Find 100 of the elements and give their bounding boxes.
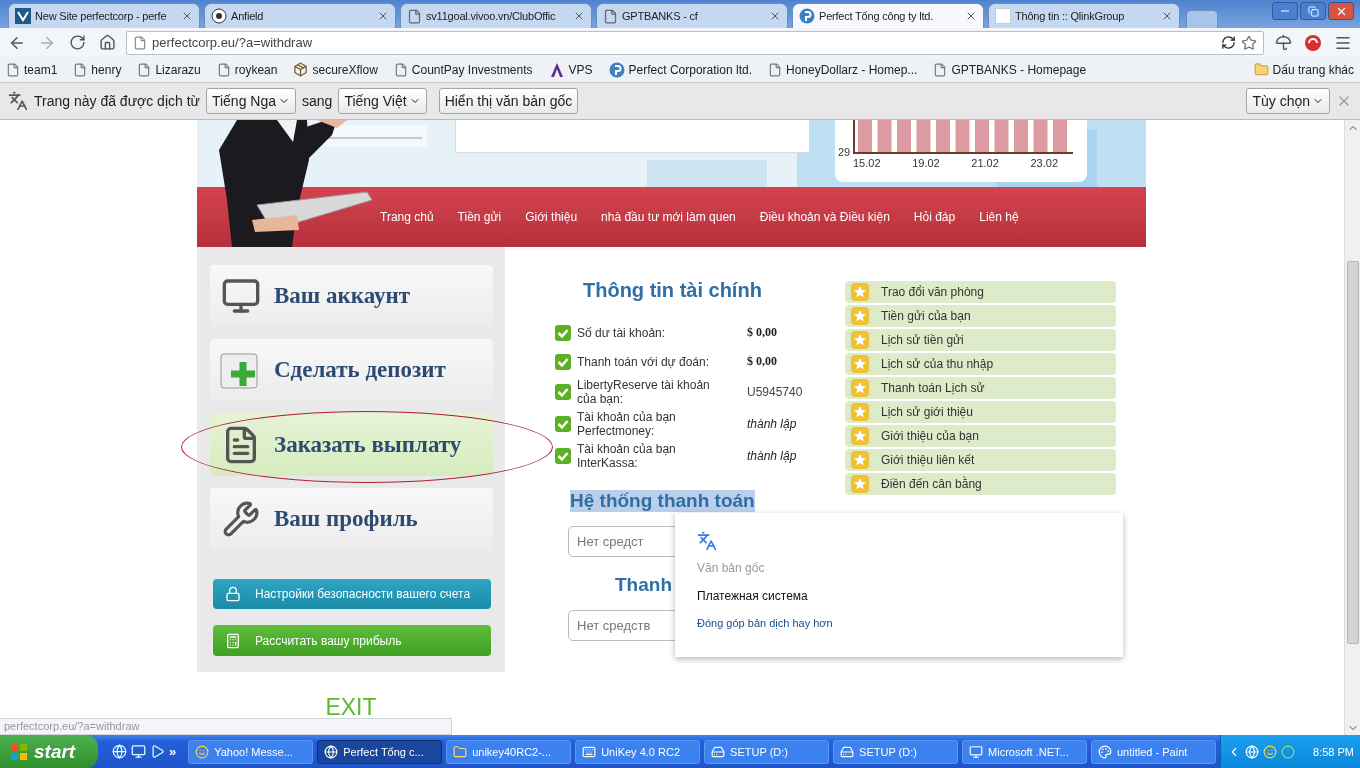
site-logo-icon xyxy=(15,8,31,24)
umbrella-icon[interactable] xyxy=(1274,34,1292,51)
close-icon[interactable] xyxy=(1161,10,1173,22)
menu-link[interactable]: Giới thiệu của bạn xyxy=(845,425,1116,447)
menu-link[interactable]: Lịch sử của thu nhập xyxy=(845,353,1116,375)
close-button[interactable] xyxy=(1328,2,1354,20)
menu-link[interactable]: Điền đến cân bằng xyxy=(845,473,1116,495)
bookmark[interactable]: VPS xyxy=(546,59,595,80)
page-icon xyxy=(933,62,948,77)
language-dropdown[interactable]: Tiếng Việt xyxy=(338,88,427,114)
menu-link[interactable]: Giới thiệu liên kết xyxy=(845,449,1116,471)
browser-tab[interactable]: sv11goal.vivoo.vn/ClubOffic xyxy=(400,3,592,28)
taskbar-item[interactable]: Microsoft .NET... xyxy=(962,739,1087,764)
taskbar-item[interactable]: SETUP (D:) xyxy=(704,739,830,764)
windows-logo-icon xyxy=(10,742,28,761)
blank-page-icon xyxy=(995,8,1011,24)
play-icon[interactable] xyxy=(150,744,165,759)
more-button[interactable]: » xyxy=(169,744,177,759)
home-icon[interactable] xyxy=(98,34,116,51)
bookmark[interactable]: team1 xyxy=(4,60,60,79)
menu-card[interactable]: Заказать выплату xyxy=(210,413,493,476)
nav-link[interactable]: Giới thiệu xyxy=(525,210,578,224)
bookmark[interactable]: HoneyDollarz - Homep... xyxy=(766,60,920,79)
taskbar-item[interactable]: Yahoo! Messe... xyxy=(188,739,314,764)
minimize-button[interactable] xyxy=(1272,2,1298,20)
nav-link[interactable]: Tiền gửi xyxy=(457,210,502,224)
show-original-button[interactable]: Hiển thị văn bản gốc xyxy=(438,88,579,114)
box-icon xyxy=(293,62,309,77)
menu-card[interactable]: Сделать депозит xyxy=(210,339,493,402)
browser-tab[interactable]: Thông tin :: QlinkGroup xyxy=(988,3,1180,28)
check-icon xyxy=(555,448,571,464)
globe-icon xyxy=(324,744,339,759)
taskbar-item[interactable]: UniKey 4.0 RC2 xyxy=(575,739,701,764)
page-icon xyxy=(73,62,88,77)
menu-link[interactable]: Lịch sử tiền gửi xyxy=(845,329,1116,351)
info-label: Tài khoản của bạn Perfectmoney: xyxy=(577,410,677,438)
star-icon xyxy=(851,427,869,445)
page-icon xyxy=(6,62,20,77)
nav-link[interactable]: Trang chủ xyxy=(380,210,434,224)
lock-icon xyxy=(225,586,241,603)
menu-link[interactable]: Lịch sử giới thiệu xyxy=(845,401,1116,423)
menu-card[interactable]: Ваш профиль xyxy=(210,487,493,550)
bookmark[interactable]: CountPay Investments xyxy=(391,60,535,79)
options-dropdown[interactable]: Tùy chọn xyxy=(1246,88,1330,114)
menu-link[interactable]: Tiền gửi của bạn xyxy=(845,305,1116,327)
bookmark[interactable]: GPTBANKS - Homepage xyxy=(931,60,1089,79)
nav-link[interactable]: nhà đầu tư mới làm quen xyxy=(601,210,736,224)
bookmark[interactable]: Perfect Corporation ltd. xyxy=(606,59,754,80)
restore-icon[interactable] xyxy=(1307,5,1319,17)
scroll-thumb[interactable] xyxy=(1346,261,1359,644)
menu-link[interactable]: Thanh toán Lịch sử xyxy=(845,377,1116,399)
refresh-icon[interactable] xyxy=(1221,35,1236,50)
menu-link[interactable]: Trao đổi văn phòng xyxy=(845,281,1116,303)
star-icon xyxy=(851,403,869,421)
nav-link[interactable]: Hỏi đáp xyxy=(913,210,956,224)
translate-message: sang xyxy=(302,93,333,109)
status-bubble: perfectcorp.eu/?a=withdraw xyxy=(0,718,452,735)
info-label: Thanh toán với dự đoán: xyxy=(577,354,710,369)
info-value: thành lập xyxy=(747,449,798,463)
bookmark[interactable]: roykean xyxy=(214,60,280,79)
contribute-link[interactable]: Đóng góp bản dịch hay hơn xyxy=(697,617,833,629)
reload-icon[interactable] xyxy=(68,34,86,51)
section-title: Hệ thống thanh toán xyxy=(570,490,755,512)
taskbar-item[interactable]: Perfect Tổng c... xyxy=(317,739,443,764)
bookmark[interactable]: Lizarazu xyxy=(135,60,203,79)
globe-icon[interactable] xyxy=(112,744,127,759)
page-icon xyxy=(137,62,152,77)
taskbar-item[interactable]: SETUP (D:) xyxy=(833,739,959,764)
nav-link[interactable]: Liên hệ xyxy=(979,210,1019,224)
bookmark[interactable]: secureXflow xyxy=(291,60,380,79)
close-icon[interactable] xyxy=(377,10,389,22)
info-label: LibertyReserve tài khoản của bạn: xyxy=(577,378,711,406)
palette-icon xyxy=(1098,744,1112,759)
close-icon[interactable] xyxy=(769,10,781,22)
extension-icon[interactable] xyxy=(1304,33,1322,52)
star-icon[interactable] xyxy=(1241,34,1257,51)
restore-button[interactable] xyxy=(1300,2,1326,20)
browser-tab[interactable]: Anfield xyxy=(204,3,396,28)
language-dropdown[interactable]: Tiếng Nga xyxy=(205,88,296,114)
bookmark-folder[interactable]: Dấu trang khác xyxy=(1251,60,1356,79)
address-bar[interactable]: perfectcorp.eu/?a=withdraw xyxy=(126,30,1264,55)
browser-tab[interactable]: GPTBANKS - cf xyxy=(596,3,788,28)
info-value: U5945740 xyxy=(747,385,804,399)
nav-link[interactable]: Điều khoản và Điều kiện xyxy=(759,210,890,224)
popup-label: Văn bản gốc xyxy=(697,561,765,575)
page-icon xyxy=(603,8,618,24)
star-icon xyxy=(851,331,869,349)
close-icon[interactable] xyxy=(181,10,193,22)
taskbar-item[interactable]: unikey40RC2-... xyxy=(446,739,572,764)
taskbar-item[interactable]: untitled - Paint xyxy=(1091,739,1216,764)
close-icon[interactable] xyxy=(573,10,585,22)
smiley-icon xyxy=(195,744,210,759)
desktop-icon[interactable] xyxy=(131,744,146,759)
menu-card[interactable]: Ваш аккаунт xyxy=(210,265,493,328)
bookmark[interactable]: henry xyxy=(71,60,124,79)
browser-tab[interactable]: New Site perfectcorp - perfe xyxy=(8,3,200,28)
translate-icon xyxy=(697,531,717,551)
browser-tab[interactable]: Perfect Tổng công ty ltd. xyxy=(792,3,984,28)
star-icon xyxy=(851,379,869,397)
close-icon[interactable] xyxy=(965,10,977,22)
